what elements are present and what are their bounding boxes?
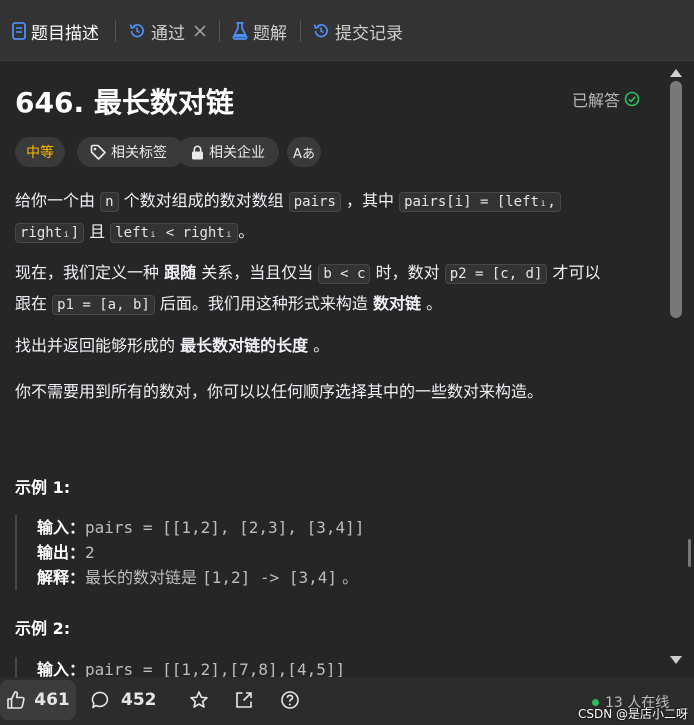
inline-code: n: [100, 192, 119, 212]
share-button[interactable]: [234, 680, 264, 720]
text: 个数对组成的数对数组: [123, 191, 284, 210]
bold-text: 数对链: [373, 294, 422, 313]
inline-code: p1 = [a, b]: [52, 295, 155, 315]
inline-code: leftᵢ < rightᵢ: [110, 223, 239, 243]
bottom-action-bar: 461 452 13 人在线 CSDN @是店小二呀: [0, 677, 694, 725]
star-icon: [190, 691, 208, 708]
example-1-heading: 示例 1:: [15, 478, 71, 497]
help-icon: [281, 691, 299, 709]
description-panel: 646. 最长数对链 已解答 中等 相关标签 相关企业 Aあ 给你一个由 n 个…: [0, 61, 694, 677]
tab-divider: [300, 20, 301, 42]
bold-text: 跟随: [164, 263, 197, 282]
text: 。: [238, 222, 255, 241]
bold-text: 最长数对链的长度: [180, 336, 309, 355]
scrollbar-thumb[interactable]: [670, 81, 682, 318]
thumbs-up-icon: [7, 691, 25, 709]
description-icon: [12, 22, 26, 40]
text: 时，数对: [375, 263, 440, 282]
like-count: 461: [34, 690, 70, 710]
close-icon[interactable]: [194, 25, 206, 37]
example-2-heading: 示例 2:: [15, 619, 71, 638]
tab-submissions-label: 提交记录: [335, 23, 403, 44]
history-icon: [129, 24, 144, 38]
panel-resize-handle[interactable]: [688, 539, 691, 567]
solved-status: 已解答: [572, 87, 640, 111]
tab-accepted[interactable]: 通过: [128, 18, 211, 44]
translate-icon: Aあ: [293, 146, 315, 162]
example-1-block: 输入：pairs = [[1,2], [2,3], [3,4]] 输出：2 解释…: [15, 515, 364, 590]
example-2-block: 输入：pairs = [[1,2],[7,8],[4,5]]: [15, 657, 345, 677]
description-paragraph-4: 你不需要用到所有的数对，你可以以任何顺序选择其中的一些数对来构造。: [15, 382, 544, 401]
inline-code: rightᵢ]: [15, 223, 85, 243]
favorite-button[interactable]: [189, 680, 219, 720]
share-icon: [236, 692, 252, 708]
inline-code: pairs[i] = [leftᵢ,: [399, 192, 561, 212]
check-circle-icon: [624, 91, 640, 107]
description-paragraph-3: 找出并返回能够形成的 最长数对链的长度 。: [15, 331, 329, 360]
explain-code: [1,2] -> [3,4]: [202, 568, 337, 587]
tab-description-label: 题目描述: [31, 23, 99, 44]
difficulty-badge[interactable]: 中等: [15, 137, 65, 167]
example-input: pairs = [[1,2],[7,8],[4,5]]: [85, 660, 346, 677]
text: ，其中: [346, 191, 395, 210]
related-companies-button[interactable]: 相关企业: [177, 137, 279, 167]
related-tags-button[interactable]: 相关标签: [77, 137, 185, 167]
inline-code: p2 = [c, d]: [444, 264, 548, 284]
example-output: 2: [85, 543, 95, 562]
explain-label: 解释：: [37, 568, 86, 587]
related-companies-label: 相关企业: [209, 145, 265, 161]
explain-end: 。: [342, 568, 359, 587]
text: 后面。我们用这种形式来构造: [159, 294, 368, 313]
help-button[interactable]: [280, 680, 310, 720]
related-tags-label: 相关标签: [111, 145, 167, 161]
text: 。: [426, 294, 443, 313]
solved-status-label: 已解答: [572, 91, 621, 110]
comment-icon: [91, 691, 109, 709]
output-label: 输出：: [37, 543, 86, 562]
tab-bar: 题目描述 通过 题解 提交记录: [0, 0, 694, 61]
csdn-watermark: CSDN @是店小二呀: [578, 707, 689, 721]
input-label: 输入：: [37, 518, 86, 537]
scroll-up-arrow-icon[interactable]: [670, 69, 682, 77]
tab-divider: [219, 20, 220, 42]
text: 且: [89, 222, 106, 241]
inline-code: b < c: [318, 264, 371, 284]
explain-text: 最长的数对链是: [85, 568, 198, 587]
like-button[interactable]: 461: [0, 680, 76, 720]
input-label: 输入：: [37, 660, 86, 677]
tag-icon: [90, 144, 106, 160]
text: 。: [313, 336, 330, 355]
inline-code: pairs: [288, 192, 341, 212]
tab-divider: [115, 20, 116, 42]
text: 给你一个由: [15, 191, 96, 210]
text: 跟在: [15, 294, 48, 313]
description-paragraph-1: 给你一个由 n 个数对组成的数对数组 pairs ，其中 pairs[i] = …: [15, 186, 561, 248]
description-paragraph-2: 现在，我们定义一种 跟随 关系，当且仅当 b < c 时，数对 p2 = [c,…: [15, 258, 601, 320]
comments-button[interactable]: 452: [91, 680, 157, 720]
problem-title: 646. 最长数对链: [15, 86, 234, 119]
scrollbar[interactable]: [670, 69, 682, 664]
translate-button[interactable]: Aあ: [287, 137, 321, 167]
lock-icon: [192, 145, 203, 159]
tab-solutions-label: 题解: [253, 23, 287, 44]
history-icon: [313, 24, 328, 38]
flask-icon: [232, 22, 248, 40]
tab-solutions[interactable]: 题解: [232, 18, 287, 44]
text: 关系，当且仅当: [201, 263, 314, 282]
text: 现在，我们定义一种: [15, 263, 160, 282]
scroll-down-arrow-icon[interactable]: [670, 656, 682, 664]
comment-count: 452: [121, 690, 157, 710]
tab-accepted-label: 通过: [151, 23, 185, 44]
text: 才可以: [552, 263, 601, 282]
tab-submissions[interactable]: 提交记录: [312, 18, 403, 44]
example-input: pairs = [[1,2], [2,3], [3,4]]: [85, 518, 365, 537]
tab-description[interactable]: 题目描述: [12, 18, 99, 44]
text: 找出并返回能够形成的: [15, 336, 176, 355]
